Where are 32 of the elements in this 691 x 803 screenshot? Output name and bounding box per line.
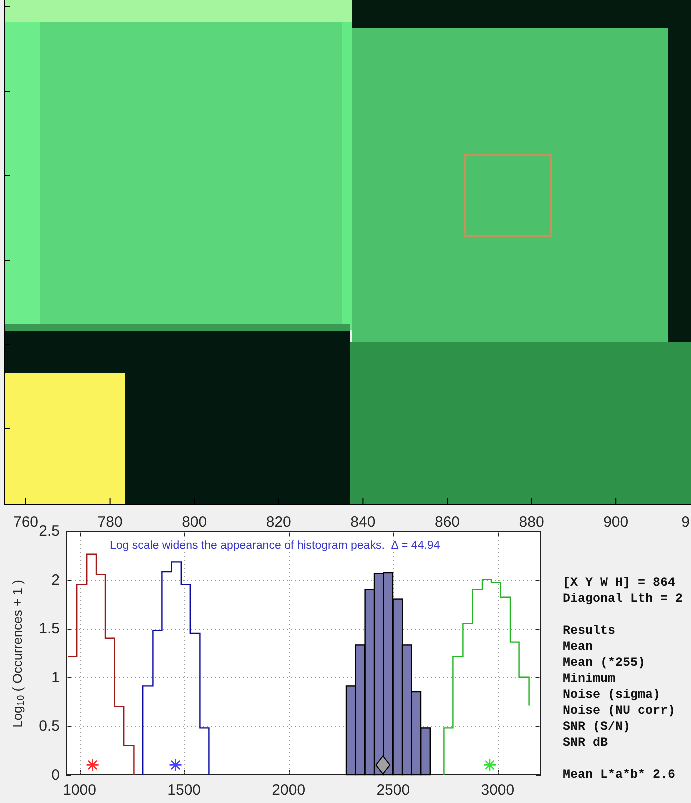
axis-tick-label: 0.5 xyxy=(39,718,60,736)
result-label: Mean xyxy=(563,639,594,655)
axis-tick-label: 9 xyxy=(682,514,690,531)
axis-tick-label: 1500 xyxy=(168,782,202,799)
result-label: SNR dB xyxy=(563,735,610,751)
axis-tick-label: 0 xyxy=(52,767,60,784)
axis-tick-label: 2.5 xyxy=(39,523,60,540)
results-heading: Results xyxy=(563,623,617,639)
axis-tick-label: 2000 xyxy=(272,782,306,799)
info-line: Diagonal Lth = 2 xyxy=(563,591,684,607)
result-label: Minimum xyxy=(563,671,617,687)
axis-tick-label: 800 xyxy=(182,514,208,531)
axis-tick-label: 2 xyxy=(52,572,60,589)
axis-tick-label: 1000 xyxy=(63,782,96,799)
annotation-text: Log scale widens the appearance of histogram peaks. Δ = 44.94 xyxy=(110,540,440,552)
axis-tick-label: 3000 xyxy=(481,782,515,799)
axis-tick-label: 820 xyxy=(266,514,292,531)
result-label: SNR (S/N) xyxy=(563,719,632,735)
axis-tick-label: 900 xyxy=(604,514,629,531)
result-label: Noise (NU corr) xyxy=(563,703,677,719)
summary-line: Mean L*a*b* 2.6 xyxy=(563,767,677,783)
info-line: [X Y W H] = 864 xyxy=(563,575,677,591)
axis-tick-label: 1 xyxy=(52,669,60,686)
axis-tick-label: 2500 xyxy=(376,782,410,799)
axis-tick-label: 1.5 xyxy=(39,620,60,638)
axis-tick-label: 840 xyxy=(350,514,376,531)
axis-tick-label: 880 xyxy=(519,514,544,531)
axis-tick-label: 860 xyxy=(434,514,460,531)
result-label: Mean (*255) xyxy=(563,655,647,671)
result-label: Noise (sigma) xyxy=(563,687,662,703)
axis-tick-label: 780 xyxy=(98,514,123,531)
axis-tick-label: 760 xyxy=(13,514,39,531)
